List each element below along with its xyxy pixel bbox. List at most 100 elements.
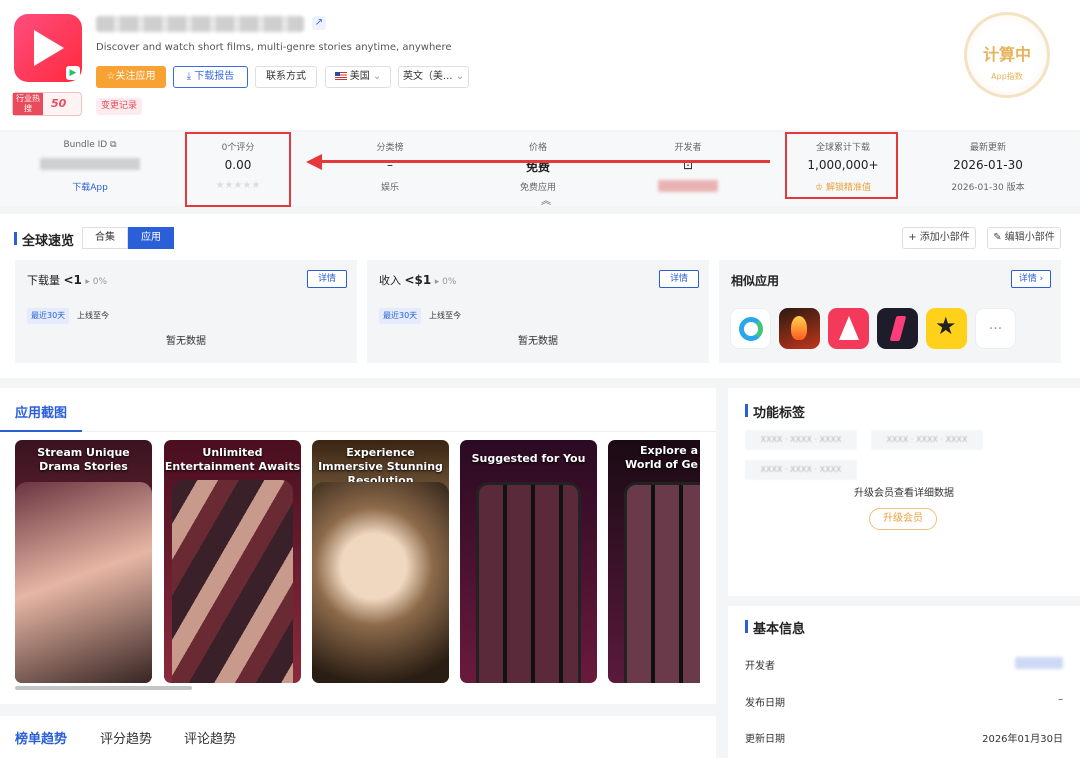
- chevron-down-icon: ⌄: [372, 71, 382, 82]
- info-label: 开发者: [745, 661, 775, 672]
- developer-value-blurred: [1015, 657, 1063, 669]
- download-report-button[interactable]: ⤓ 下载报告: [173, 66, 248, 88]
- tab-review-trend[interactable]: 评论趋势: [184, 728, 236, 747]
- screenshots-tab-underline: [0, 430, 82, 432]
- range-all-button[interactable]: 上线至今: [77, 308, 109, 324]
- downloads-widget-label: 下载量: [27, 274, 60, 287]
- add-widget-button[interactable]: + 添加小部件: [902, 227, 976, 249]
- info-row-developer: 开发者: [745, 657, 1063, 672]
- no-data-text: 暂无数据: [166, 336, 206, 347]
- downloads-detail-button[interactable]: 详情: [307, 270, 347, 288]
- industry-hot-badge[interactable]: 行业热搜 50: [12, 92, 82, 116]
- overview-title: 全球速览: [14, 230, 74, 249]
- country-label: 美国: [349, 71, 370, 82]
- rating-highlight-box: [185, 132, 291, 207]
- screenshot-1[interactable]: Stream Unique Drama Stories: [15, 440, 152, 683]
- language-label: 英文（美...: [402, 71, 453, 82]
- chevron-down-icon: ⌄: [455, 71, 465, 82]
- updated-sub: 2026-01-30 版本: [951, 183, 1025, 193]
- upgrade-button[interactable]: 升级会员: [869, 508, 937, 530]
- horizontal-scrollbar[interactable]: [15, 686, 192, 690]
- screenshot-image: [172, 480, 293, 683]
- range-30d-button[interactable]: 最近30天: [379, 308, 422, 324]
- stat-bundle-id: Bundle ID ⧉ 下载App: [30, 132, 150, 206]
- hot-badge-label: 行业热搜: [13, 93, 43, 115]
- seal-main: 计算中: [982, 45, 1031, 64]
- feature-tag-blurred: XXXX · XXXX · XXXX: [871, 430, 983, 450]
- star-icon: ★: [935, 312, 957, 340]
- downloads-widget-title: 下载量 <1 ▸ 0%: [27, 272, 107, 288]
- seal-sub: App指数: [991, 72, 1023, 81]
- stat-developer: 开发者 ⊡: [638, 132, 738, 206]
- updated-value: 2026-01-30: [953, 158, 1023, 172]
- no-data-text: 暂无数据: [518, 336, 558, 347]
- info-row-release-date: 发布日期 –: [745, 694, 1063, 709]
- screenshot-caption: Stream Unique Drama Stories: [37, 446, 130, 473]
- app-icon: ▶: [14, 14, 82, 82]
- downloads-highlight-box: [785, 132, 898, 199]
- download-app-link[interactable]: 下载App: [30, 180, 150, 193]
- expand-icon[interactable]: ︽: [541, 192, 551, 207]
- range-all-button[interactable]: 上线至今: [429, 308, 461, 324]
- similar-detail-button[interactable]: 详情 ›: [1011, 270, 1051, 288]
- revenue-widget-label: 收入: [379, 274, 401, 287]
- similar-app-icon[interactable]: [779, 308, 820, 349]
- follow-app-button[interactable]: ☆关注应用: [96, 66, 166, 88]
- similar-app-icon[interactable]: [877, 308, 918, 349]
- screenshot-image: [15, 482, 152, 683]
- tab-collection[interactable]: 合集: [82, 227, 128, 249]
- play-icon: [34, 30, 64, 66]
- contact-button[interactable]: 联系方式: [255, 66, 317, 88]
- screenshot-3[interactable]: Experience Immersive Stunning Resolution: [312, 440, 449, 683]
- similar-app-icon[interactable]: [730, 308, 771, 349]
- range-30d-button[interactable]: 最近30天: [27, 308, 70, 324]
- tab-rank-trend[interactable]: 榜单趋势: [15, 728, 67, 747]
- stats-row: Bundle ID ⧉ 下载App 0个评分 0.00 ★★★★★ 分类榜 – …: [0, 132, 1080, 207]
- info-value: –: [1058, 694, 1063, 705]
- copy-icon[interactable]: ⧉: [110, 140, 116, 150]
- developer-name-blurred: [658, 180, 718, 192]
- downloads-widget: 下载量 <1 ▸ 0% 详情 最近30天 上线至今 暂无数据: [15, 260, 357, 363]
- stat-updated: 最新更新 2026-01-30 2026-01-30 版本: [928, 132, 1048, 206]
- screenshot-5[interactable]: Explore a World of Ge: [608, 440, 700, 683]
- screenshot-4[interactable]: Suggested for You: [460, 440, 597, 683]
- info-label: 更新日期: [745, 734, 785, 745]
- global-overview-card: 全球速览 合集 应用 + 添加小部件 ✎ 编辑小部件 下载量 <1 ▸ 0% 详…: [0, 214, 1080, 378]
- screenshot-caption: Explore a World of Ge: [625, 444, 698, 471]
- screenshot-caption: Suggested for You: [471, 452, 586, 465]
- upgrade-text: 升级会员查看详细数据: [854, 488, 954, 499]
- google-play-icon: ▶: [66, 66, 80, 80]
- screenshot-2[interactable]: Unlimited Entertainment Awaits: [164, 440, 301, 683]
- feature-tags-title: 功能标签: [745, 402, 805, 421]
- downloads-widget-value: <1: [63, 273, 82, 287]
- stat-category: 分类榜 – 娱乐: [340, 132, 440, 206]
- basic-info-title: 基本信息: [745, 618, 805, 637]
- tab-rating-trend[interactable]: 评分趋势: [100, 728, 152, 747]
- divider: [82, 431, 716, 432]
- app-subtitle: Discover and watch short films, multi-ge…: [96, 42, 452, 53]
- similar-app-icon[interactable]: [828, 308, 869, 349]
- price-label: 价格: [528, 143, 547, 153]
- stat-price: 价格 免费 免费应用: [488, 132, 588, 206]
- language-select[interactable]: 英文（美... ⌄: [398, 66, 469, 88]
- us-flag-icon: [334, 72, 347, 80]
- screenshot-phone: [476, 482, 581, 683]
- trends-card: 榜单趋势 评分趋势 评论趋势: [0, 716, 716, 758]
- app-title-blurred: [96, 16, 304, 32]
- bundle-id-label: Bundle ID: [63, 140, 108, 150]
- tab-app[interactable]: 应用: [128, 227, 174, 249]
- similar-app-icon[interactable]: ★: [926, 308, 967, 349]
- revenue-widget-title: 收入 <$1 ▸ 0%: [379, 272, 456, 288]
- app-index-seal: 计算中 App指数: [953, 12, 1063, 98]
- revenue-detail-button[interactable]: 详情: [659, 270, 699, 288]
- revenue-widget: 收入 <$1 ▸ 0% 详情 最近30天 上线至今 暂无数据: [367, 260, 709, 363]
- bundle-id-value-blurred: [40, 158, 140, 170]
- more-apps-icon[interactable]: ···: [975, 308, 1016, 349]
- price-sub: 免费应用: [519, 183, 556, 193]
- edit-widget-button[interactable]: ✎ 编辑小部件: [987, 227, 1061, 249]
- changelog-link[interactable]: 变更记录: [96, 98, 143, 115]
- country-select[interactable]: 美国 ⌄: [325, 66, 391, 88]
- annotation-arrow-head: [306, 154, 322, 170]
- feature-tag-blurred: XXXX · XXXX · XXXX: [745, 460, 857, 480]
- external-link-icon[interactable]: ↗: [312, 16, 326, 30]
